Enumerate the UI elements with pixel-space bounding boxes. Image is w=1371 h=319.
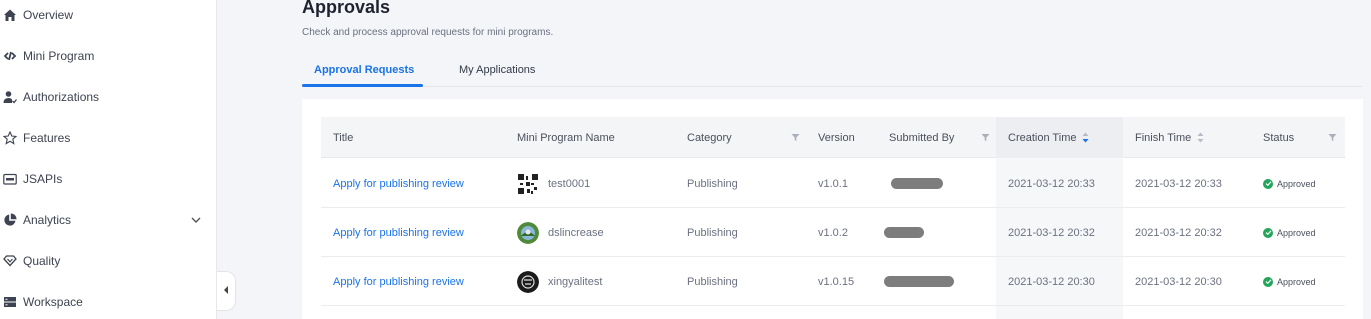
sidebar-item-authorizations[interactable]: Authorizations bbox=[0, 82, 216, 112]
sidebar-item-label: Authorizations bbox=[23, 90, 100, 104]
filter-icon[interactable] bbox=[791, 117, 801, 158]
creation-time-cell: 2021-03-12 20:30 bbox=[1008, 275, 1095, 288]
category-cell: Publishing bbox=[687, 226, 738, 239]
mini-program-cell: dslincrease bbox=[517, 208, 604, 257]
table-header: Title Mini Program Name Category Version… bbox=[321, 117, 1345, 158]
sidebar-item-label: Quality bbox=[23, 254, 61, 268]
mini-program-name: dslincrease bbox=[548, 226, 604, 239]
qr-code-icon bbox=[517, 172, 539, 195]
submitted-by-cell bbox=[891, 159, 943, 208]
redacted-submitter bbox=[884, 227, 924, 238]
column-header-label: Finish Time bbox=[1135, 131, 1192, 144]
column-header-mini-program-name: Mini Program Name bbox=[517, 131, 615, 144]
sidebar-item-overview[interactable]: Overview bbox=[0, 0, 216, 30]
sidebar-item-label: JSAPIs bbox=[23, 172, 63, 186]
status-badge: Approved bbox=[1263, 159, 1316, 208]
check-circle-icon bbox=[1263, 178, 1273, 189]
star-icon bbox=[2, 130, 18, 146]
tab-bar: Approval Requests My Applications bbox=[302, 56, 1362, 87]
category-cell: Publishing bbox=[687, 275, 738, 288]
submitted-by-cell bbox=[884, 208, 924, 257]
link-icon bbox=[2, 48, 18, 64]
version-cell: v1.0.2 bbox=[818, 226, 848, 239]
server-icon bbox=[2, 294, 18, 310]
finish-time-cell: 2021-03-12 20:33 bbox=[1135, 177, 1222, 190]
table-row: Apply for publishing review xingyalitest… bbox=[321, 257, 1345, 306]
status-label: Approved bbox=[1277, 227, 1316, 238]
column-header-creation-time[interactable]: Creation Time bbox=[996, 117, 1123, 158]
page-subtitle: Check and process approval requests for … bbox=[302, 27, 554, 38]
active-tab-indicator bbox=[302, 84, 423, 87]
creation-time-cell: 2021-03-12 20:32 bbox=[1008, 226, 1095, 239]
check-circle-icon bbox=[1263, 276, 1273, 287]
program-avatar bbox=[517, 270, 539, 293]
sidebar-item-quality[interactable]: Quality bbox=[0, 246, 216, 276]
redacted-submitter bbox=[884, 276, 954, 287]
submitted-by-cell bbox=[884, 257, 954, 306]
sidebar-item-features[interactable]: Features bbox=[0, 123, 216, 153]
user-check-icon bbox=[2, 89, 18, 105]
sidebar-item-analytics[interactable]: Analytics bbox=[0, 205, 216, 235]
sort-icon[interactable] bbox=[1197, 132, 1204, 143]
sidebar-item-label: Features bbox=[23, 131, 71, 145]
column-header-label: Creation Time bbox=[1008, 131, 1077, 144]
column-header-version: Version bbox=[818, 131, 855, 144]
row-title-link[interactable]: Apply for publishing review bbox=[333, 159, 464, 208]
shield-icon bbox=[2, 253, 18, 269]
status-label: Approved bbox=[1277, 276, 1316, 287]
column-header-title: Title bbox=[333, 131, 354, 144]
sidebar-collapse-button[interactable] bbox=[217, 271, 236, 311]
column-header-category: Category bbox=[687, 117, 732, 158]
mini-program-name: xingyalitest bbox=[548, 275, 603, 288]
category-cell: Publishing bbox=[687, 177, 738, 190]
filter-icon[interactable] bbox=[981, 117, 991, 158]
pie-chart-icon bbox=[2, 212, 18, 228]
finish-time-cell: 2021-03-12 20:32 bbox=[1135, 226, 1222, 239]
sidebar-item-label: Workspace bbox=[23, 295, 83, 309]
chevron-down-icon[interactable] bbox=[189, 213, 203, 227]
sidebar-item-label: Mini Program bbox=[23, 49, 95, 63]
mini-program-cell: test0001 bbox=[517, 159, 590, 208]
check-circle-icon bbox=[1263, 227, 1273, 238]
home-icon bbox=[2, 7, 18, 23]
creation-time-cell: 2021-03-12 20:33 bbox=[1008, 177, 1095, 190]
sidebar-item-workspace[interactable]: Workspace bbox=[0, 287, 216, 317]
sidebar-item-jsapis[interactable]: JSAPIs bbox=[0, 164, 216, 194]
status-badge: Approved bbox=[1263, 257, 1316, 306]
chevron-left-icon bbox=[222, 282, 230, 300]
sort-descending-icon[interactable] bbox=[1082, 132, 1089, 143]
status-label: Approved bbox=[1277, 178, 1316, 189]
status-badge: Approved bbox=[1263, 208, 1316, 257]
column-header-status: Status bbox=[1263, 131, 1295, 144]
tab-approval-requests[interactable]: Approval Requests bbox=[314, 64, 414, 76]
version-cell: v1.0.1 bbox=[818, 177, 848, 190]
filter-icon[interactable] bbox=[1328, 117, 1338, 158]
column-header-finish-time[interactable]: Finish Time bbox=[1135, 117, 1204, 158]
table-row: Apply for publishing review test0001 Pub… bbox=[321, 159, 1345, 208]
sidebar: Overview Mini Program Authorizations Fea… bbox=[0, 0, 217, 319]
page-title: Approvals bbox=[302, 0, 391, 17]
api-icon bbox=[2, 171, 18, 187]
column-header-label: Category bbox=[687, 131, 732, 144]
column-header-submitted-by: Submitted By bbox=[889, 131, 955, 144]
row-title-link[interactable]: Apply for publishing review bbox=[333, 257, 464, 306]
version-cell: v1.0.15 bbox=[818, 275, 855, 288]
redacted-submitter bbox=[891, 178, 943, 189]
tab-my-applications[interactable]: My Applications bbox=[459, 64, 535, 76]
mini-program-name: test0001 bbox=[548, 177, 591, 190]
sidebar-item-label: Overview bbox=[23, 8, 74, 22]
mini-program-cell: xingyalitest bbox=[517, 257, 602, 306]
sidebar-item-mini-program[interactable]: Mini Program bbox=[0, 41, 216, 71]
program-avatar bbox=[517, 221, 539, 244]
finish-time-cell: 2021-03-12 20:30 bbox=[1135, 275, 1222, 288]
table-row: Apply for publishing review dslincrease … bbox=[321, 208, 1345, 257]
row-title-link[interactable]: Apply for publishing review bbox=[333, 208, 464, 257]
sidebar-item-label: Analytics bbox=[23, 213, 72, 227]
